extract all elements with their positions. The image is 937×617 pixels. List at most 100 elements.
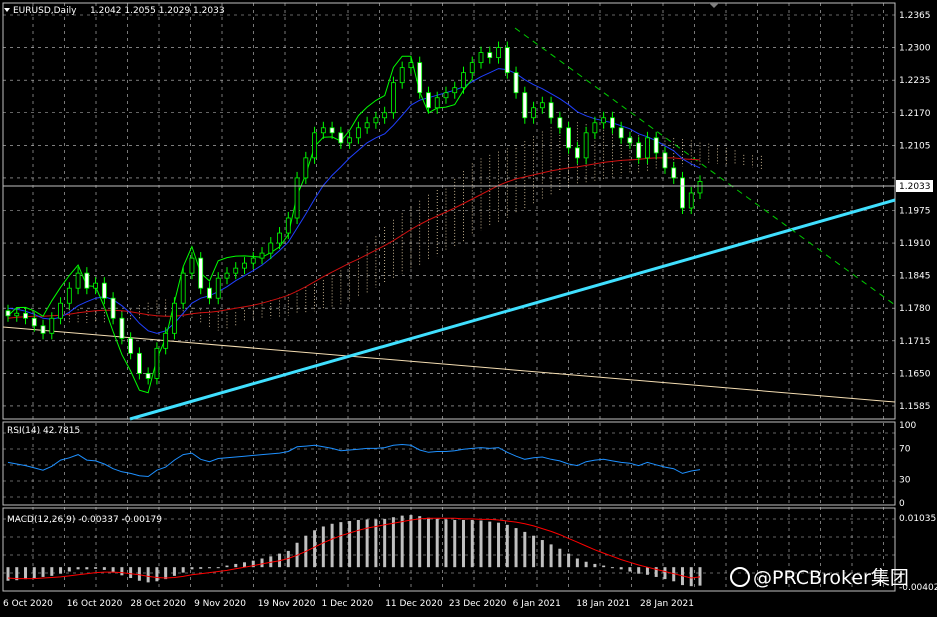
macd-histogram-bar bbox=[645, 567, 649, 575]
bear-candle bbox=[680, 177, 685, 209]
bear-candle bbox=[548, 102, 554, 119]
watermark-text: @PRCBroker集团 bbox=[753, 567, 909, 589]
macd-histogram-bar bbox=[164, 567, 168, 580]
date-tick-label: 6 Jan 2021 bbox=[513, 599, 561, 609]
macd-histogram-bar bbox=[400, 515, 404, 568]
date-tick-label: 19 Nov 2020 bbox=[258, 599, 316, 609]
bull-candle bbox=[14, 312, 20, 317]
macd-histogram-bar bbox=[628, 567, 632, 572]
date-tick-label: 28 Jan 2021 bbox=[640, 599, 694, 609]
macd-histogram-bar bbox=[383, 518, 387, 568]
macd-histogram-bar bbox=[243, 562, 247, 568]
macd-histogram-bar bbox=[234, 563, 238, 568]
macd-histogram-bar bbox=[689, 567, 693, 587]
macd-histogram-bar bbox=[129, 567, 133, 579]
bull-candle bbox=[250, 257, 256, 264]
macd-histogram-bar bbox=[453, 519, 457, 568]
bull-candle bbox=[645, 137, 650, 159]
macd-histogram-bar bbox=[461, 519, 465, 568]
bear-candle bbox=[329, 127, 335, 134]
bear-candle bbox=[653, 137, 659, 154]
price-tick-label: 1.2170 bbox=[899, 109, 931, 119]
bull-candle bbox=[452, 87, 458, 94]
bull-candle bbox=[355, 127, 361, 139]
bull-candle bbox=[347, 137, 353, 144]
bear-candle bbox=[128, 337, 134, 354]
macd-histogram-bar bbox=[225, 565, 229, 568]
bear-candle bbox=[504, 47, 510, 74]
macd-histogram-bar bbox=[339, 522, 343, 568]
macd-histogram-bar bbox=[146, 567, 150, 583]
bull-candle bbox=[391, 82, 396, 114]
bull-candle bbox=[364, 122, 370, 129]
price-tick-label: 1.2235 bbox=[899, 76, 931, 86]
macd-histogram-bar bbox=[330, 523, 334, 568]
bear-candle bbox=[119, 317, 125, 339]
bull-candle bbox=[408, 62, 414, 69]
macd-histogram-bar bbox=[41, 567, 45, 577]
bear-candle bbox=[101, 282, 107, 299]
macd-histogram-bar bbox=[348, 521, 352, 568]
macd-histogram-bar bbox=[602, 565, 606, 568]
bull-candle bbox=[399, 67, 405, 84]
price-tick-label: 1.1910 bbox=[899, 239, 931, 249]
macd-histogram-bar bbox=[663, 567, 667, 580]
chart-canvas[interactable]: 1.2033 1.2365 1.2300 1.2235 1.2170 1.2105 1.1… bbox=[0, 0, 937, 617]
bear-candle bbox=[40, 325, 46, 334]
bull-candle bbox=[312, 132, 317, 159]
macd-histogram-bar bbox=[181, 567, 185, 573]
bull-candle bbox=[233, 267, 239, 274]
date-tick-label: 1 Dec 2020 bbox=[322, 599, 374, 609]
macd-histogram-bar bbox=[497, 522, 501, 568]
macd-histogram-bar bbox=[391, 517, 395, 568]
macd-histogram-bar bbox=[514, 528, 518, 568]
bear-candle bbox=[31, 317, 37, 327]
bull-candle bbox=[172, 302, 177, 334]
bull-candle bbox=[373, 117, 379, 124]
macd-histogram-bar bbox=[76, 567, 80, 570]
bull-candle bbox=[697, 181, 703, 194]
price-tick-label: 1.1780 bbox=[899, 304, 931, 314]
bull-candle bbox=[66, 287, 72, 304]
date-tick-label: 6 Oct 2020 bbox=[3, 599, 53, 609]
macd-histogram-bar bbox=[505, 524, 509, 568]
bull-candle bbox=[303, 157, 309, 179]
price-tick-label: 1.2105 bbox=[899, 141, 931, 151]
bull-candle bbox=[496, 47, 501, 59]
bear-candle bbox=[136, 352, 142, 374]
bull-candle bbox=[163, 332, 169, 349]
bear-candle bbox=[610, 117, 615, 129]
macd-histogram-bar bbox=[94, 567, 98, 569]
bear-candle bbox=[417, 62, 423, 94]
bull-candle bbox=[443, 92, 449, 99]
current-price-label: 1.2033 bbox=[899, 182, 931, 192]
bear-candle bbox=[557, 117, 563, 129]
macd-histogram-bar bbox=[488, 521, 492, 568]
macd-title: MACD(12,26,9) -0.00337 -0.00179 bbox=[7, 515, 162, 525]
price-tick-label: 1.2300 bbox=[899, 44, 931, 54]
bull-candle bbox=[320, 127, 326, 134]
price-tick-label: 1.1975 bbox=[899, 206, 931, 216]
macd-histogram-bar bbox=[137, 567, 141, 581]
macd-histogram-bar bbox=[470, 519, 474, 568]
bull-candle bbox=[285, 217, 291, 234]
macd-histogram-bar bbox=[610, 567, 614, 569]
bull-candle bbox=[93, 282, 98, 289]
macd-histogram-bar bbox=[67, 567, 71, 572]
macd-histogram-bar bbox=[698, 567, 702, 586]
macd-tick-label: 0.01035 bbox=[899, 514, 936, 524]
macd-histogram-bar bbox=[321, 526, 325, 568]
bull-candle bbox=[215, 277, 221, 299]
price-tick-label: 1.1585 bbox=[899, 402, 931, 412]
macd-histogram-bar bbox=[85, 567, 89, 570]
macd-histogram-bar bbox=[6, 567, 10, 581]
bull-candle bbox=[434, 97, 440, 109]
bear-candle bbox=[23, 312, 28, 319]
bear-candle bbox=[513, 72, 519, 94]
rsi-tick-label: 100 bbox=[899, 421, 916, 431]
bull-candle bbox=[277, 232, 282, 244]
bear-candle bbox=[662, 152, 668, 169]
macd-histogram-bar bbox=[409, 515, 413, 568]
bear-candle bbox=[426, 92, 431, 109]
bear-candle bbox=[84, 272, 90, 289]
